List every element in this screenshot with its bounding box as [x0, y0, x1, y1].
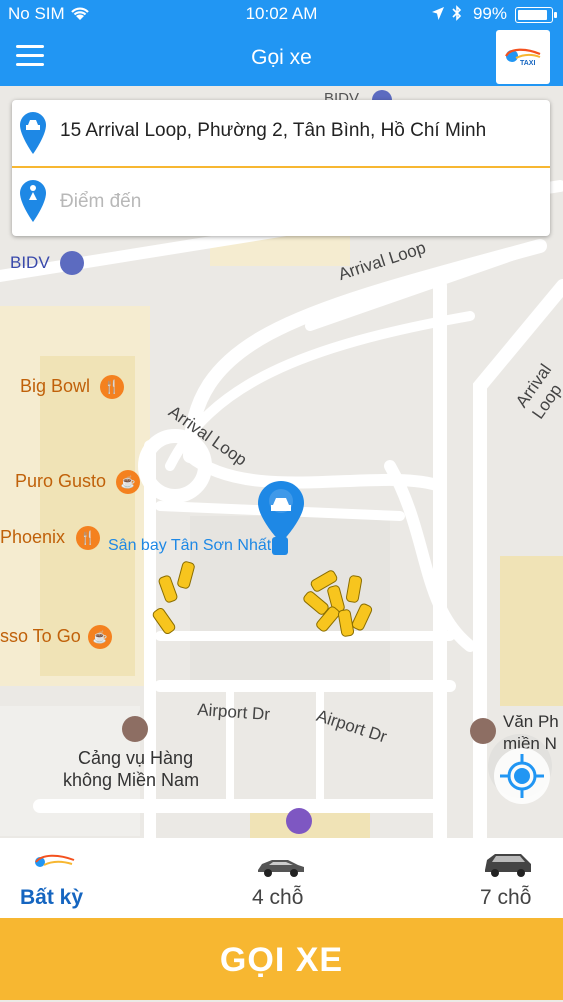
map-label-restaurant: Big Bowl — [20, 376, 91, 396]
vehicle-option-4-seat[interactable]: 4 chỗ — [211, 838, 351, 918]
destination-input[interactable] — [60, 182, 530, 222]
place-pin-icon — [122, 716, 148, 742]
address-card: 15 Arrival Loop, Phường 2, Tân Bình, Hồ … — [12, 100, 550, 236]
restaurant-icon: 🍴 — [100, 375, 124, 399]
call-taxi-button[interactable]: GỌI XE — [0, 918, 563, 1000]
taxi-cluster — [152, 561, 373, 637]
map-label-place: Văn Ph — [503, 712, 559, 731]
restaurant-icon: 🍴 — [76, 526, 100, 550]
vehicle-option-label: 4 chỗ — [252, 886, 304, 909]
vehicle-option-any[interactable]: Bất kỳ — [0, 838, 140, 918]
taxi-logo-icon — [35, 854, 75, 867]
shopping-icon — [286, 808, 312, 834]
bank-icon — [60, 251, 84, 275]
pickup-address-text[interactable]: 15 Arrival Loop, Phường 2, Tân Bình, Hồ … — [60, 120, 486, 142]
battery-icon — [515, 7, 557, 23]
map-label-cafe: sso To Go — [0, 626, 81, 646]
status-bar: No SIM 10:02 AM 99% — [0, 0, 563, 28]
logo-text: TAXI — [520, 60, 536, 67]
map-label-place: Cảng vụ Hàng — [78, 748, 194, 768]
pickup-pin-icon — [258, 481, 304, 543]
app-header: Gọi xe TAXI — [0, 28, 563, 86]
map-label-cafe: Puro Gusto — [15, 471, 107, 491]
suv-car-icon — [485, 854, 531, 877]
app-logo: TAXI — [496, 30, 550, 84]
map-label-restaurant: Phoenix — [0, 527, 66, 547]
sedan-car-icon — [258, 860, 304, 877]
map-label-bidv: BIDV — [10, 253, 50, 272]
pickup-address-row[interactable]: 15 Arrival Loop, Phường 2, Tân Bình, Hồ … — [12, 100, 550, 168]
place-pin-icon — [470, 718, 496, 744]
vehicle-option-7-seat[interactable]: 7 chỗ — [423, 838, 563, 918]
battery-percent: 99% — [472, 4, 507, 23]
bluetooth-icon — [452, 5, 462, 21]
my-location-button[interactable] — [494, 748, 550, 804]
vehicle-type-selector: Bất kỳ 4 chỗ 7 chỗ — [0, 838, 563, 918]
map-label-place: không Miền Nam — [63, 770, 200, 790]
location-arrow-icon — [432, 7, 444, 20]
destination-row[interactable] — [12, 168, 550, 234]
vehicle-option-label: 7 chỗ — [480, 886, 532, 909]
cafe-icon: ☕ — [116, 470, 140, 494]
pickup-pin-icon — [20, 112, 46, 154]
page-title: Gọi xe — [251, 46, 312, 69]
destination-pin-icon — [20, 180, 46, 222]
vehicle-option-label: Bất kỳ — [20, 886, 84, 909]
crosshair-icon — [500, 754, 544, 798]
cafe-icon: ☕ — [88, 625, 112, 649]
